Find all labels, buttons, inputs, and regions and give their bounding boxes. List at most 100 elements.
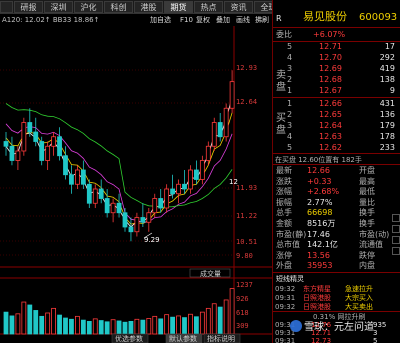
stat-side-button[interactable] [392,214,400,222]
stat-label: 市盈(动) [359,229,390,239]
volume-bar [193,316,199,335]
stat-label: 振幅 [276,197,292,207]
candle-body [182,183,187,190]
volume-bar [199,311,205,335]
buy-price: 12.66 [319,99,342,108]
refresh-button[interactable]: 拂刷 [255,14,269,26]
volume-bar [223,299,229,335]
stock-code: 600093 [359,12,398,23]
top-tab[interactable] [0,1,13,13]
indicator-selector-label: 成交量 [200,269,221,278]
candle-body [116,202,122,214]
stat-label: 内盘 [359,261,375,271]
volume-bar [63,317,68,335]
indicator-info: A120: 12.02↑ BB33 18.86↑ [2,16,100,24]
draw-line-button[interactable]: 画线 [236,14,250,26]
volume-axis-label: 1237 [236,281,253,289]
top-tab[interactable]: 研报 [14,1,43,13]
top-tab[interactable]: 资讯 [224,1,253,13]
stat-side-button[interactable] [392,225,400,233]
candle-body [205,145,211,161]
sell-price: 12.70 [319,53,342,62]
chart-toolbar: A120: 12.02↑ BB33 18.86↑ 加自选 F10 复权 叠加 画… [0,14,272,26]
candle-body [33,131,39,142]
xueqiu-logo-icon [290,320,302,332]
stat-label: 开盘 [359,166,375,175]
top-tab[interactable]: 期货 [164,1,193,13]
panel-divider [273,272,400,273]
restore-rights-button[interactable]: 复权 [196,14,210,26]
candle-body [104,198,110,214]
candle-body [164,188,170,209]
candle-body [199,160,205,180]
volume-bar [140,319,146,335]
quote-panel: R 易见股份 600093 委比 +6.07% 卖盘 5 12.71 17 4 12.70 292 3 1… [272,0,400,343]
kline-chart-canvas[interactable]: 9.2912成交量优选参数 默认参数 指标说明 [0,26,272,343]
top-tab[interactable]: 港股 [134,1,163,13]
bottom-tab-label: 指标说明 [207,334,235,343]
bottom-tab-label: 优选参数 [115,334,143,343]
volume-bar [92,318,98,335]
candle-body [21,122,27,152]
stat-value: 13.56 [307,250,330,260]
stat-label: 总市值 [276,240,300,250]
volume-bar [9,315,15,335]
volume-bar [21,301,27,335]
sell-price: 12.69 [319,64,342,73]
top-tab[interactable]: 深圳 [44,1,73,13]
stat-label: 流通值 [359,240,383,250]
kline-chart[interactable]: 9.29 12 成交量 优选参数 默认参数 指标说明 12.93 12.64 11.93 … [0,26,272,343]
stat-label: 涨跌 [276,176,292,186]
stat-value: 35953 [307,261,333,271]
overlay-button[interactable]: 叠加 [216,14,230,26]
volume-bars [3,288,235,335]
stat-value: 8516万 [307,219,336,228]
top-tab[interactable]: 热点 [194,1,223,13]
add-watchlist-button[interactable]: 加自选 [150,14,171,26]
volume-bar [122,321,128,335]
candle-body [63,155,68,176]
price-axis-label: 9.80 [236,252,253,260]
stat-label: 涨停 [276,250,292,260]
candle-body [80,169,86,185]
volume-bar [134,318,140,335]
buy-price: 12.63 [319,132,342,141]
price-axis-label: 12.64 [236,98,258,106]
volume-bar [33,310,39,335]
volume-bar [128,320,134,335]
sell-volume: 17 [384,42,395,51]
volume-bar [217,306,223,335]
volume-bar [15,313,21,335]
volume-bar [27,304,33,335]
volume-bar [3,311,9,335]
stat-value: +0.33 [307,176,332,186]
stat-side-button[interactable] [392,247,400,255]
volume-bar [75,315,80,335]
top-tab[interactable]: 沪化 [74,1,103,13]
buy-level: 1 [287,99,293,108]
candle-body [223,107,229,138]
sell-price: 12.67 [319,86,342,95]
sell-price: 12.71 [319,42,342,51]
volume-axis-label: 618 [236,309,249,317]
candlestick-series [3,70,235,242]
candle-body [122,212,128,228]
stat-value: 12.66 [307,166,330,175]
volume-bar [164,314,170,335]
buy-volume: 136 [379,110,395,119]
volume-bar [110,319,116,335]
top-tab[interactable]: 科创 [104,1,133,13]
sell-volume: 419 [379,64,395,73]
volume-bar [188,313,193,335]
f10-button[interactable]: F10 [180,14,193,26]
sell-volume: 138 [379,75,395,84]
title-marker: R [276,14,282,23]
stat-side-button[interactable] [392,236,400,244]
volume-bar [170,316,176,335]
volume-bar [39,315,45,335]
candle-body [146,212,152,223]
volume-axis-label: 926 [236,295,249,303]
weibi-value: +6.07% [313,30,346,39]
buy-price: 12.62 [319,143,342,152]
stat-value: 17.46 [307,229,330,239]
